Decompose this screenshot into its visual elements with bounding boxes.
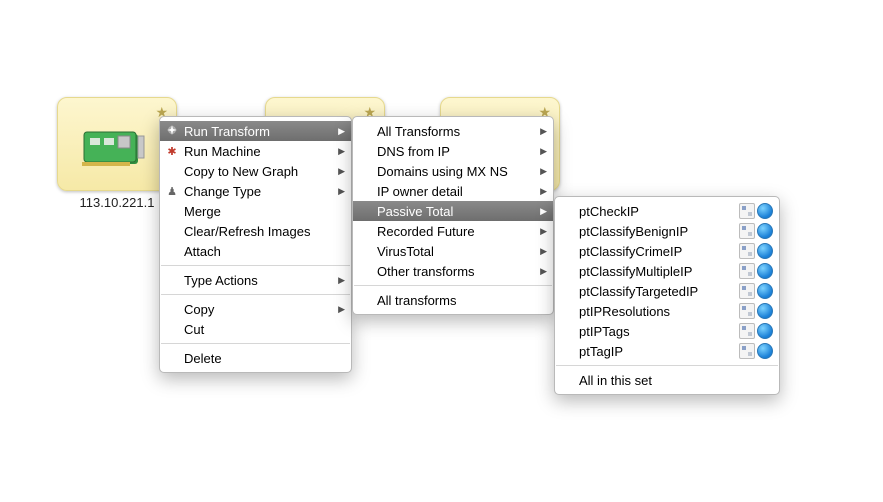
gear-icon: ✱ xyxy=(165,145,179,158)
menu-item-label: ptTagIP xyxy=(579,344,623,359)
globe-icon xyxy=(757,243,773,259)
menu-item-label: Run Transform xyxy=(184,124,270,139)
menu-item-label: DNS from IP xyxy=(377,144,450,159)
window-icon xyxy=(739,223,755,239)
menu-separator xyxy=(161,294,350,295)
transform-badges xyxy=(739,343,773,359)
menu-item-label: Passive Total xyxy=(377,204,453,219)
menu-item-label: ptIPTags xyxy=(579,324,630,339)
menu-item-dns-from-ip[interactable]: DNS from IP xyxy=(353,141,553,161)
menu-item-label: Delete xyxy=(184,351,222,366)
menu-item-attach[interactable]: Attach xyxy=(160,241,351,261)
menu-item-domains-mx-ns[interactable]: Domains using MX NS xyxy=(353,161,553,181)
menu-item-other-transforms[interactable]: Other transforms xyxy=(353,261,553,281)
transform-badges xyxy=(739,283,773,299)
menu-item-label: ptClassifyMultipleIP xyxy=(579,264,692,279)
menu-item-label: Domains using MX NS xyxy=(377,164,508,179)
menu-item-clear-refresh[interactable]: Clear/Refresh Images xyxy=(160,221,351,241)
menu-item-label: Change Type xyxy=(184,184,261,199)
menu-item-label: All in this set xyxy=(579,373,652,388)
menu-item-cut[interactable]: Cut xyxy=(160,319,351,339)
menu-item-label: Attach xyxy=(184,244,221,259)
menu-item-label: IP owner detail xyxy=(377,184,463,199)
transform-badges xyxy=(739,223,773,239)
menu-item-label: Cut xyxy=(184,322,204,337)
menu-item-all-in-set[interactable]: All in this set xyxy=(555,370,779,390)
transform-badges xyxy=(739,203,773,219)
globe-icon xyxy=(757,303,773,319)
menu-item-label: All Transforms xyxy=(377,124,460,139)
globe-icon xyxy=(757,283,773,299)
menu-item-ptipresolutions[interactable]: ptIPResolutions xyxy=(555,301,779,321)
menu-item-ptclassifytargetedip[interactable]: ptClassifyTargetedIP xyxy=(555,281,779,301)
menu-item-label: Copy to New Graph xyxy=(184,164,298,179)
menu-item-ptclassifybenignip[interactable]: ptClassifyBenignIP xyxy=(555,221,779,241)
window-icon xyxy=(739,343,755,359)
menu-item-label: ptClassifyTargetedIP xyxy=(579,284,698,299)
menu-item-label: Copy xyxy=(184,302,214,317)
menu-separator xyxy=(556,365,778,366)
menu-item-pttagip[interactable]: ptTagIP xyxy=(555,341,779,361)
menu-item-ip-owner-detail[interactable]: IP owner detail xyxy=(353,181,553,201)
menu-item-change-type[interactable]: ♟ Change Type xyxy=(160,181,351,201)
menu-item-label: Clear/Refresh Images xyxy=(184,224,310,239)
window-icon xyxy=(739,243,755,259)
menu-item-virustotal[interactable]: VirusTotal xyxy=(353,241,553,261)
globe-icon xyxy=(757,263,773,279)
window-icon xyxy=(739,283,755,299)
menu-item-label: Type Actions xyxy=(184,273,258,288)
transform-badges xyxy=(739,323,773,339)
menu-item-label: Other transforms xyxy=(377,264,475,279)
window-icon xyxy=(739,303,755,319)
menu-item-label: ptClassifyBenignIP xyxy=(579,224,688,239)
transform-badges xyxy=(739,303,773,319)
context-menu: Run Transform ✱ Run Machine Copy to New … xyxy=(159,116,352,373)
menu-item-label: All transforms xyxy=(377,293,456,308)
transform-icon xyxy=(165,124,179,139)
transform-badges xyxy=(739,263,773,279)
menu-item-label: Recorded Future xyxy=(377,224,475,239)
window-icon xyxy=(739,323,755,339)
globe-icon xyxy=(757,343,773,359)
menu-item-label: ptIPResolutions xyxy=(579,304,670,319)
menu-item-all-transforms-footer[interactable]: All transforms xyxy=(353,290,553,310)
menu-item-ptiptags[interactable]: ptIPTags xyxy=(555,321,779,341)
transform-badges xyxy=(739,243,773,259)
menu-item-merge[interactable]: Merge xyxy=(160,201,351,221)
menu-item-run-machine[interactable]: ✱ Run Machine xyxy=(160,141,351,161)
globe-icon xyxy=(757,323,773,339)
menu-item-run-transform[interactable]: Run Transform xyxy=(160,121,351,141)
menu-item-label: Merge xyxy=(184,204,221,219)
menu-item-ptcheckip[interactable]: ptCheckIP xyxy=(555,201,779,221)
context-submenu-passive-total: ptCheckIP ptClassifyBenignIP ptClassifyC… xyxy=(554,196,780,395)
menu-separator xyxy=(161,343,350,344)
menu-separator xyxy=(354,285,552,286)
network-card-icon xyxy=(80,126,150,173)
globe-icon xyxy=(757,223,773,239)
globe-icon xyxy=(757,203,773,219)
window-icon xyxy=(739,203,755,219)
menu-item-label: VirusTotal xyxy=(377,244,434,259)
menu-item-type-actions[interactable]: Type Actions xyxy=(160,270,351,290)
menu-separator xyxy=(161,265,350,266)
menu-item-copy-new-graph[interactable]: Copy to New Graph xyxy=(160,161,351,181)
change-type-icon: ♟ xyxy=(165,185,179,198)
menu-item-label: ptCheckIP xyxy=(579,204,639,219)
menu-item-ptclassifycrimeip[interactable]: ptClassifyCrimeIP xyxy=(555,241,779,261)
menu-item-label: ptClassifyCrimeIP xyxy=(579,244,682,259)
menu-item-ptclassifymultipleip[interactable]: ptClassifyMultipleIP xyxy=(555,261,779,281)
context-submenu-transforms: All Transforms DNS from IP Domains using… xyxy=(352,116,554,315)
menu-item-all-transforms[interactable]: All Transforms xyxy=(353,121,553,141)
menu-item-copy[interactable]: Copy xyxy=(160,299,351,319)
graph-canvas[interactable]: { "entities": [ { "label": "113.10.221.1… xyxy=(0,0,883,502)
menu-item-passive-total[interactable]: Passive Total xyxy=(353,201,553,221)
menu-item-label: Run Machine xyxy=(184,144,261,159)
menu-item-recorded-future[interactable]: Recorded Future xyxy=(353,221,553,241)
menu-item-delete[interactable]: Delete xyxy=(160,348,351,368)
window-icon xyxy=(739,263,755,279)
